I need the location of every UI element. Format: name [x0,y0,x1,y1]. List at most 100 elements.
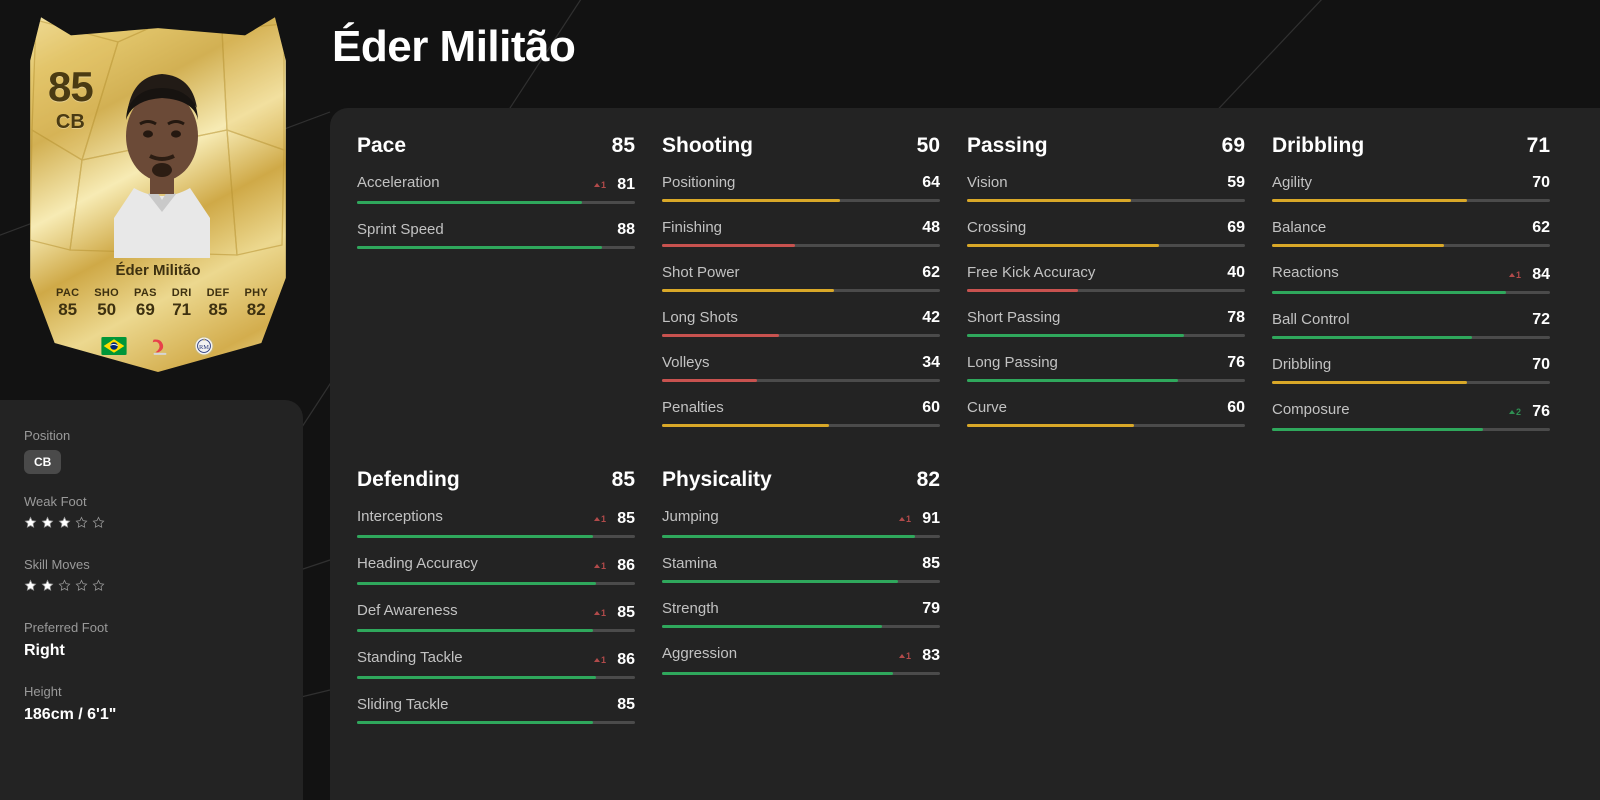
card-stat-label: DRI [171,287,192,299]
stat-bar-fill [662,424,829,427]
stat-row-top: Positioning 64 [662,174,940,192]
card-rating-value: 85 [48,63,94,110]
stat-right: 70 [1526,356,1550,374]
card-badge-row: RM [30,335,286,357]
card-stat-pac: PAC 85 [56,287,80,318]
info-preferred-foot: Preferred Foot Right [24,620,303,660]
stat-modifier-badge: 2 [1508,407,1521,417]
stat-value: 69 [1227,219,1245,236]
card-stat-value: 85 [208,299,228,319]
stat-bar-track [662,199,940,202]
stat-value: 78 [1227,309,1245,326]
arrow-up-icon [593,564,600,568]
stat-group-pace: Pace 85 Acceleration 1 81 Sprint Speed 88 [357,134,635,448]
star-icon [75,516,88,528]
stat-row-top: Heading Accuracy 1 86 [357,555,635,575]
stat-name: Composure [1272,401,1350,418]
star-icon [92,516,105,528]
card-stat-label: PAC [56,287,80,299]
stat-bar-track [1272,381,1550,384]
stat-bar-fill [357,535,594,538]
card-stat-value: 50 [97,299,117,319]
stat-value: 86 [617,557,635,574]
info-position: Position CB [24,428,303,474]
stat-group-physicality: Physicality 82 Jumping 1 91 Stamina 85 Strength… [662,468,940,741]
position-label: Position [24,428,71,443]
stat-modifier-badge: 1 [593,655,606,665]
stat-bar-fill [357,246,602,249]
card-rating-block: 85 CB [48,63,94,133]
stat-modifier-badge: 1 [593,514,606,524]
stat-modifier-badge: 1 [1508,270,1521,280]
stat-right: 1 83 [898,647,940,665]
stat-name: Reactions [1272,264,1339,281]
stat-bar-fill [662,379,757,382]
stat-bar-fill [357,721,594,724]
stat-value: 83 [922,647,940,664]
stat-value: 70 [1532,356,1550,373]
stat-modifier-badge: 1 [593,561,606,571]
stat-bar-fill [967,244,1159,247]
stat-value: 84 [1532,266,1550,283]
preferred-foot-value: Right [24,642,65,659]
stat-row: Vision 59 [967,174,1245,202]
star-icon [92,579,105,591]
stat-group-name: Pace [357,134,407,157]
stat-row: Agility 70 [1272,174,1550,202]
stat-right: 78 [1221,309,1245,327]
stat-row: Aggression 1 83 [662,645,940,675]
position-chip[interactable]: CB [24,450,62,474]
stat-modifier-badge: 1 [898,514,911,524]
stat-row-top: Long Passing 76 [967,354,1245,372]
stat-value: 34 [922,354,940,371]
stat-row-top: Sprint Speed 88 [357,221,635,239]
real-madrid-crest-icon: RM [194,336,214,356]
arrow-up-icon [898,654,905,658]
stat-row: Long Passing 76 [967,354,1245,382]
stat-group-passing: Passing 69 Vision 59 Crossing 69 Free Kick Acc… [967,134,1245,448]
stat-bar-track [1272,199,1550,202]
stat-right: 62 [1526,219,1550,237]
stat-value: 91 [922,510,940,527]
stat-row-top: Short Passing 78 [967,309,1245,327]
arrow-up-icon [593,658,600,662]
player-card[interactable]: 85 CB Éder Militão PAC 85 SHO 50 PAS 69 DRI 71 D… [22,10,294,380]
stat-row: Finishing 48 [662,219,940,247]
stat-name: Finishing [662,219,723,236]
arrow-up-icon [1508,273,1515,277]
stat-name: Stamina [662,555,718,572]
card-stat-phy: PHY 82 [244,287,268,318]
stat-row: Long Shots 42 [662,309,940,337]
stat-name: Jumping [662,508,719,525]
card-stat-label: DEF [206,287,230,299]
card-player-name: Éder Militão [115,262,201,279]
stat-bar-track [357,535,635,538]
stat-value: 88 [617,221,635,238]
stat-right: 62 [916,264,940,282]
arrow-up-icon [1508,410,1515,414]
stat-bar-track [662,334,940,337]
stat-group-value: 50 [916,134,940,157]
stat-row: Short Passing 78 [967,309,1245,337]
stat-bar-fill [1272,336,1473,339]
card-stat-row: PAC 85 SHO 50 PAS 69 DRI 71 DEF 85 PHY 82 [56,287,268,319]
stats-panel: Pace 85 Acceleration 1 81 Sprint Speed 88 Shoot… [330,108,1600,800]
stat-group-shooting: Shooting 50 Positioning 64 Finishing 48 Shot P… [662,134,940,448]
stat-bar-fill [357,582,597,585]
stat-bar-fill [967,379,1179,382]
stat-bar-fill [1272,244,1445,247]
stat-right: 1 84 [1508,266,1550,284]
stat-value: 42 [922,309,940,326]
stat-group-header: Pace 85 [357,134,635,158]
stat-right: 1 86 [593,557,635,575]
stat-name: Balance [1272,219,1327,236]
stat-bar-track [662,580,940,583]
stat-group-value: 85 [611,468,635,491]
stat-bar-fill [662,625,882,628]
stat-row: Reactions 1 84 [1272,264,1550,294]
stat-row-top: Composure 2 76 [1272,401,1550,421]
stat-right: 1 91 [898,510,940,528]
stat-bar-track [357,246,635,249]
star-icon [41,516,54,528]
stat-row-top: Reactions 1 84 [1272,264,1550,284]
